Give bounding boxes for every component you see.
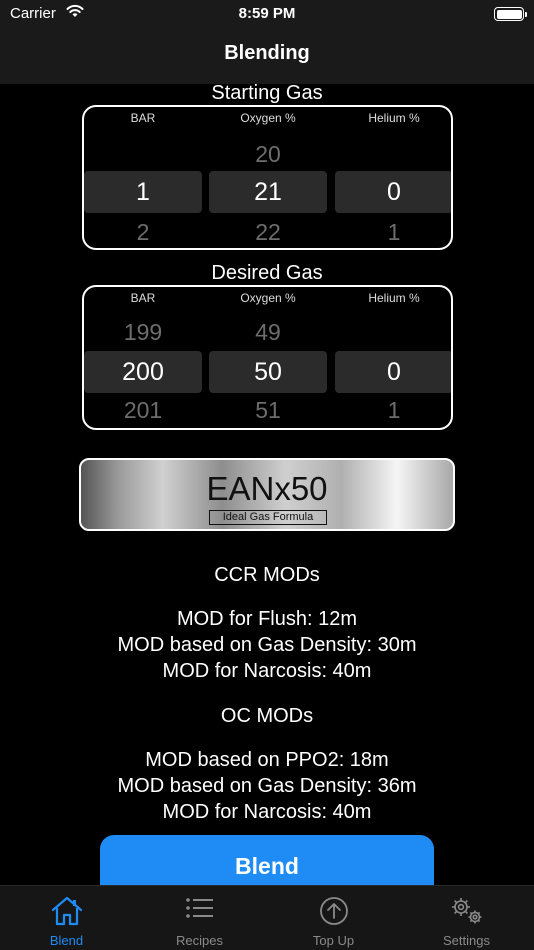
bar-column-header: BAR [130,111,156,125]
oc-mod-narcosis: MOD for Narcosis: 40m [162,801,372,823]
gas-mix-badge: EANx50 Ideal Gas Formula [79,458,455,531]
gears-icon [448,896,486,931]
oxygen-value-selected: 50 [254,358,282,386]
gas-mix-name: EANx50 [206,470,328,507]
oc-mod-gas-density: MOD based on Gas Density: 36m [117,775,417,797]
gas-formula-label: Ideal Gas Formula [209,510,327,525]
ccr-mod-narcosis: MOD for Narcosis: 40m [162,660,372,682]
helium-value-selected: 0 [387,178,401,206]
helium-value-below: 1 [387,397,401,423]
helium-column-header: Helium % [368,111,420,125]
bar-column-header: BAR [130,291,156,305]
starting-gas-title: Starting Gas [211,82,323,104]
desired-gas-title: Desired Gas [211,262,323,284]
ccr-mod-gas-density: MOD based on Gas Density: 30m [117,634,417,656]
blend-button-label: Blend [235,853,299,879]
list-icon [185,896,215,927]
helium-column-header: Helium % [368,291,420,305]
tab-top-up[interactable]: Top Up [267,886,400,950]
tab-label: Blend [49,933,84,948]
tab-label: Recipes [176,933,223,948]
tab-bar: Blend Recipes Top Up Settings [0,885,534,950]
clock: 8:59 PM [238,5,296,22]
ccr-mods-title: CCR MODs [214,564,320,586]
arrow-up-circle-icon [319,896,349,931]
tab-label: Top Up [312,933,355,948]
oc-mods-title: OC MODs [220,705,314,727]
home-icon [50,896,84,931]
battery-icon [494,7,527,21]
tab-settings[interactable]: Settings [400,886,533,950]
helium-value-selected: 0 [387,358,401,386]
bar-value-selected: 1 [136,178,150,206]
ccr-mod-flush: MOD for Flush: 12m [176,608,358,630]
tab-label: Settings [443,933,490,948]
tab-blend[interactable]: Blend [0,886,133,950]
oxygen-value-selected: 21 [254,178,282,206]
oxygen-column-header: Oxygen % [240,111,296,125]
helium-value-below: 1 [387,219,401,245]
page-title: Blending [224,42,310,64]
tab-recipes[interactable]: Recipes [133,886,266,950]
bar-value-below: 201 [123,397,163,423]
oxygen-value-above: 20 [255,141,281,167]
bar-value-above: 199 [123,319,163,345]
oxygen-column-header: Oxygen % [240,291,296,305]
bar-value-below: 2 [136,219,150,245]
status-bar: Carrier 8:59 PM [0,0,534,30]
starting-gas-picker: BAR Oxygen % Helium % 1 2 20 21 22 0 1 [82,105,453,250]
oxygen-value-above: 49 [255,319,281,345]
oc-mod-ppo2: MOD based on PPO2: 18m [145,749,389,771]
oxygen-value-below: 22 [255,219,281,245]
oxygen-value-below: 51 [255,397,281,423]
navigation-bar: Blending [0,30,534,84]
desired-gas-picker: BAR Oxygen % Helium % 199 200 201 49 50 … [82,285,453,430]
bar-value-selected: 200 [122,358,164,386]
